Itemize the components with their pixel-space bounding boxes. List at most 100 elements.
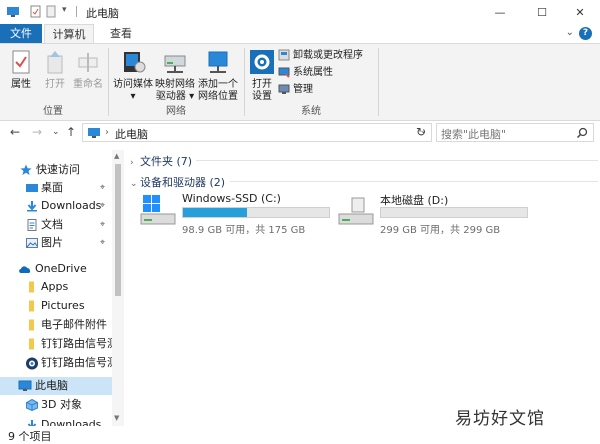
drive-name: 本地磁盘 (D:) [380, 194, 449, 207]
help-icon[interactable]: ? [579, 27, 592, 40]
add-network-location-button[interactable]: 添加一个 网络位置 [196, 48, 240, 103]
picture-icon [26, 238, 38, 248]
devices-section-header[interactable]: ⌄ 设备和驱动器 (2) [130, 174, 225, 189]
drive-space-info: 299 GB 可用，共 299 GB [380, 225, 501, 236]
drive-usage-bar [380, 207, 528, 218]
sidebar-item-onedrive[interactable]: OneDrive [0, 260, 112, 278]
scrollbar-thumb[interactable] [115, 164, 121, 296]
windows-drive-icon [140, 195, 176, 225]
group-system: 打开 设置 卸载或更改程序 系统属性 管理 系统 [246, 44, 376, 120]
scroll-up-icon[interactable]: ▲ [114, 152, 119, 160]
cube-icon [26, 399, 38, 411]
programs-icon [278, 49, 290, 61]
properties-button[interactable]: 属性 [6, 48, 36, 91]
settings-icon [250, 50, 274, 74]
this-pc-icon [88, 128, 100, 138]
tab-view[interactable]: 查看 [100, 24, 142, 43]
window-title: 此电脑 [86, 7, 119, 20]
system-icon [278, 67, 290, 78]
cloud-icon [19, 266, 31, 273]
star-icon [20, 164, 32, 175]
drive-space-info: 98.9 GB 可用，共 175 GB [182, 225, 306, 236]
pin-icon[interactable]: ⌖ [100, 234, 105, 252]
app-icon [26, 357, 38, 370]
folder-icon [29, 281, 34, 293]
pin-icon[interactable]: ⌖ [100, 197, 105, 215]
close-button[interactable]: ✕ [560, 0, 600, 24]
search-icon[interactable] [576, 127, 588, 139]
ribbon-tabs: 文件 计算机 查看 ⌄ ? [0, 24, 600, 43]
chevron-down-icon: ⌄ [130, 179, 138, 189]
maximize-button[interactable]: ☐ [522, 0, 562, 24]
sidebar-item-pictures-folder[interactable]: Pictures [0, 297, 112, 315]
system-properties-button[interactable]: 系统属性 [278, 65, 333, 81]
tab-file[interactable]: 文件 [0, 24, 42, 43]
section-divider [196, 160, 598, 161]
group-location: 属性 打开 重命名 位置 [0, 44, 106, 120]
drive-d[interactable]: 本地磁盘 (D:) 299 GB 可用，共 299 GB [338, 192, 538, 236]
recent-locations-button[interactable]: ⌄ [52, 127, 60, 137]
title-bar: ▾ 此电脑 — ☐ ✕ [0, 0, 600, 24]
search-box[interactable]: 搜索"此电脑" [436, 123, 594, 142]
sidebar-item-this-pc[interactable]: 此电脑 [0, 377, 112, 395]
quick-access-dropdown-icon[interactable]: ▾ [62, 5, 67, 18]
manage-icon [278, 84, 290, 94]
sidebar-item-desktop[interactable]: 桌面 ⌖ [0, 179, 112, 197]
drive-c[interactable]: Windows-SSD (C:) 98.9 GB 可用，共 175 GB [140, 192, 340, 236]
pin-icon[interactable]: ⌖ [100, 179, 105, 197]
navigation-bar: ← → ⌄ ↑ › 此电脑 ⌄ ↻ 搜索"此电脑" [0, 122, 600, 144]
sidebar-item-email-attachments[interactable]: 电子邮件附件 [0, 316, 112, 334]
group-location-label: 位置 [43, 106, 63, 117]
address-bar[interactable]: › 此电脑 ⌄ [82, 123, 432, 142]
download-icon [27, 420, 37, 426]
group-system-label: 系统 [301, 106, 321, 117]
back-button[interactable]: ← [10, 125, 20, 139]
uninstall-programs-button[interactable]: 卸载或更改程序 [278, 48, 363, 64]
ribbon: 属性 打开 重命名 位置 访问媒体 ▾ 映射网络 驱动器 ▾ 添加一个 网络位置… [0, 43, 600, 121]
content-pane: › 文件夹 (7) ⌄ 设备和驱动器 (2) Windows-SSD (C:) 98… [124, 150, 600, 426]
open-settings-button[interactable]: 打开 设置 [248, 48, 276, 103]
document-icon [27, 219, 37, 231]
sidebar-item-documents[interactable]: 文档 ⌖ [0, 216, 112, 234]
sidebar-item-downloads-pc[interactable]: Downloads [0, 416, 112, 426]
drive-name: Windows-SSD (C:) [182, 192, 281, 205]
scroll-down-icon[interactable]: ▼ [114, 414, 119, 422]
collapse-ribbon-icon[interactable]: ⌄ [566, 27, 574, 38]
group-network-label: 网络 [166, 106, 186, 117]
folder-icon [29, 338, 34, 350]
pin-icon[interactable]: ⌖ [100, 216, 105, 234]
sidebar-item-3d-objects[interactable]: 3D 对象 [0, 396, 112, 414]
sidebar-item-pictures[interactable]: 图片 ⌖ [0, 234, 112, 252]
sidebar-scrollbar[interactable]: ▲ ▼ [112, 150, 124, 426]
up-button[interactable]: ↑ [66, 125, 76, 139]
access-media-button[interactable]: 访问媒体 ▾ [112, 48, 154, 103]
folder-icon [29, 300, 34, 312]
sidebar-item-dingtalk-app[interactable]: 钉钉路由信号测试 [0, 354, 112, 372]
folders-section-header[interactable]: › 文件夹 (7) [130, 153, 192, 168]
manage-button[interactable]: 管理 [278, 82, 313, 98]
search-input[interactable]: 搜索"此电脑" [441, 126, 506, 142]
folder-icon [29, 319, 34, 331]
group-separator [108, 48, 109, 116]
minimize-button[interactable]: — [480, 0, 520, 24]
tab-computer[interactable]: 计算机 [44, 24, 94, 43]
forward-button[interactable]: → [32, 125, 42, 139]
drive-usage-bar [182, 207, 330, 218]
sidebar-item-dingtalk-folder[interactable]: 钉钉路由信号测试 [0, 335, 112, 353]
hard-drive-icon [338, 197, 374, 225]
open-button[interactable]: 打开 [40, 48, 70, 91]
sidebar-item-apps[interactable]: Apps [0, 278, 112, 296]
media-icon [124, 52, 146, 73]
sidebar-item-downloads[interactable]: Downloads ⌖ [0, 197, 112, 215]
path-separator-icon: › [105, 127, 109, 138]
group-separator [244, 48, 245, 116]
rename-button[interactable]: 重命名 [72, 48, 104, 91]
new-folder-icon[interactable] [46, 5, 56, 18]
properties-icon[interactable] [30, 5, 41, 18]
open-icon [47, 51, 63, 74]
section-divider [230, 181, 598, 182]
refresh-button[interactable]: ↻ [416, 125, 426, 139]
sidebar-item-quick-access[interactable]: 快速访问 [0, 161, 112, 179]
map-network-drive-button[interactable]: 映射网络 驱动器 ▾ [154, 48, 196, 103]
address-text[interactable]: 此电脑 [115, 126, 148, 142]
